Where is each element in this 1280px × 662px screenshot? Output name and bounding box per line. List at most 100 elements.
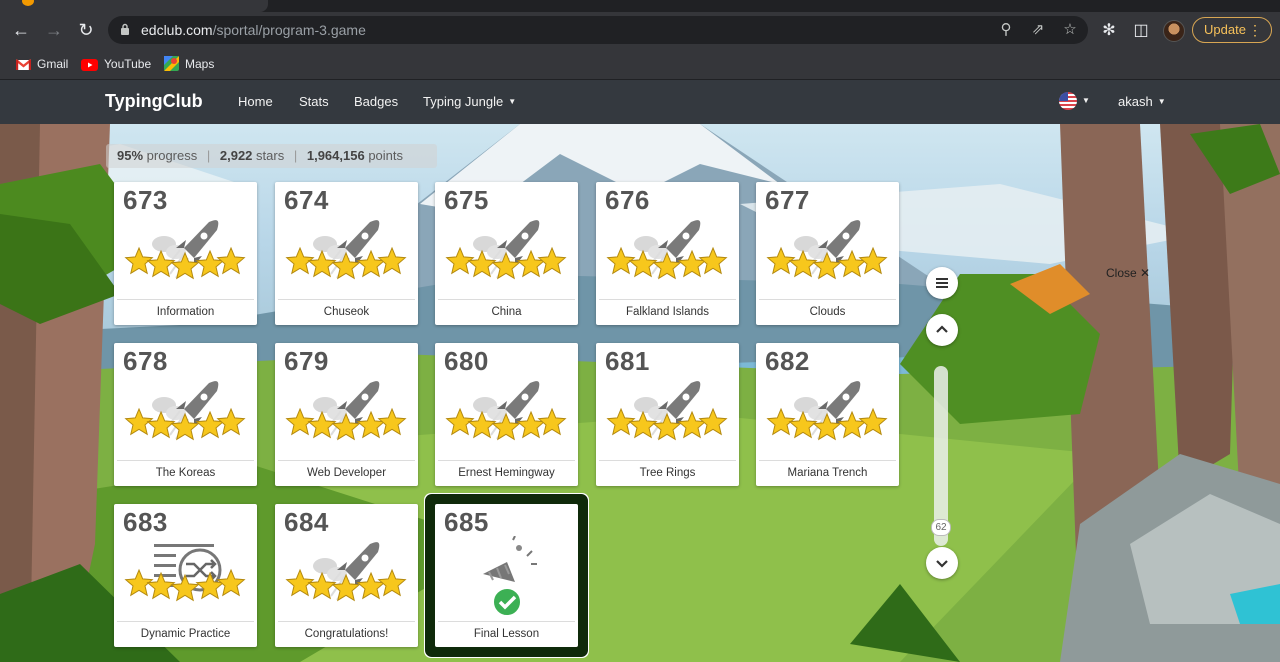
forward-icon[interactable]: → (43, 19, 65, 41)
party-popper-icon (483, 536, 537, 617)
lesson-name: The Koreas (117, 460, 254, 486)
lesson-card[interactable]: 680 Ernest Hemingway (435, 343, 578, 486)
hamburger-icon (936, 278, 948, 288)
lock-icon (121, 23, 129, 35)
lesson-card[interactable]: 675 China (435, 182, 578, 325)
lesson-number: 674 (284, 185, 329, 215)
gmail-icon (15, 59, 32, 70)
maps-icon (164, 56, 179, 71)
user-menu[interactable]: akash ▼ (1118, 94, 1166, 109)
bookmark-gmail[interactable]: Gmail (15, 55, 68, 73)
chevron-down-icon: ▼ (1157, 97, 1166, 106)
lesson-number: 676 (605, 185, 650, 215)
share-icon[interactable]: ⇗ (1029, 21, 1047, 39)
progress-label: progress (146, 148, 198, 163)
close-icon: ✕ (1140, 266, 1151, 280)
reload-icon[interactable]: ↻ (75, 19, 97, 41)
lesson-card[interactable]: 676 Falkland Islands (596, 182, 739, 325)
zoom-search-icon[interactable]: ⚲ (997, 21, 1015, 39)
lesson-number: 677 (765, 185, 810, 215)
rocket-icon (124, 220, 246, 280)
rocket-icon (285, 220, 407, 280)
lesson-name: Congratulations! (278, 621, 415, 647)
url-text: edclub.com/sportal/program-3.game (141, 22, 366, 38)
jungle-scene: 95% progress | 2,922 stars | 1,964,156 p… (0, 124, 1280, 662)
scroll-up-button[interactable] (926, 314, 958, 346)
lesson-name: Ernest Hemingway (438, 460, 575, 486)
rocket-icon (606, 220, 728, 280)
lesson-name: Clouds (759, 299, 896, 325)
lesson-name: Tree Rings (599, 460, 736, 486)
lesson-number: 681 (605, 346, 650, 376)
lesson-card[interactable]: 679 Web Developer (275, 343, 418, 486)
chevron-up-icon (936, 325, 948, 333)
bookmark-maps[interactable]: Maps (164, 55, 214, 73)
lesson-number: 685 (444, 507, 489, 537)
lesson-number: 673 (123, 185, 168, 215)
active-tab[interactable] (0, 0, 268, 12)
scroll-down-button[interactable] (926, 547, 958, 579)
lesson-card[interactable]: 682 Mariana Trench (756, 343, 899, 486)
lesson-name: Mariana Trench (759, 460, 896, 486)
nav-typing-jungle[interactable]: Typing Jungle ▼ (423, 94, 516, 109)
points-count: 1,964,156 (306, 148, 365, 163)
lesson-number: 679 (284, 346, 329, 376)
nav-stats[interactable]: Stats (299, 94, 329, 109)
lesson-name: Web Developer (278, 460, 415, 486)
rocket-icon (445, 220, 567, 280)
lesson-name: Dynamic Practice (117, 621, 254, 647)
youtube-icon (81, 59, 98, 71)
chevron-down-icon[interactable]: ▼ (1082, 96, 1090, 105)
progress-summary: 95% progress | 2,922 stars | 1,964,156 p… (106, 144, 437, 168)
lesson-card[interactable]: 677 Clouds (756, 182, 899, 325)
close-button[interactable]: Close ✕ (1106, 266, 1150, 280)
points-label: points (368, 148, 404, 163)
browser-toolbar: ← → ↻ edclub.com/sportal/program-3.game … (0, 12, 1280, 48)
lesson-card[interactable]: 674 Chuseok (275, 182, 418, 325)
rocket-icon (606, 381, 728, 441)
bookmark-star-icon[interactable]: ☆ (1061, 21, 1079, 39)
nav-badges[interactable]: Badges (354, 94, 398, 109)
profile-avatar[interactable] (1163, 20, 1185, 42)
stars-count: 2,922 (219, 148, 253, 163)
lesson-number: 680 (444, 346, 489, 376)
address-bar[interactable]: edclub.com/sportal/program-3.game ⚲ ⇗ ☆ (108, 16, 1088, 44)
lesson-name: Falkland Islands (599, 299, 736, 325)
rocket-icon (285, 381, 407, 441)
menu-button[interactable] (926, 267, 958, 299)
rocket-icon (285, 542, 407, 602)
bookmarks-bar: Gmail YouTube Maps (0, 48, 1280, 80)
lesson-number: 684 (284, 507, 329, 537)
back-icon[interactable]: ← (10, 19, 32, 41)
lesson-number: 682 (765, 346, 810, 376)
lesson-name: Final Lesson (438, 621, 575, 647)
rocket-icon (766, 381, 888, 441)
lesson-card[interactable]: 683 Dynamic Practice (114, 504, 257, 647)
lesson-card[interactable]: 684 Congratulations! (275, 504, 418, 647)
us-flag-icon[interactable] (1059, 92, 1077, 110)
chevron-down-icon: ▼ (508, 97, 517, 106)
brand-logo[interactable]: TypingClub (105, 91, 203, 112)
lesson-name: Chuseok (278, 299, 415, 325)
scroll-position-label: 62 (931, 519, 951, 536)
side-panel-icon[interactable]: ◫ (1131, 21, 1151, 41)
menu-dots-icon[interactable]: ⋮ (1248, 18, 1262, 42)
update-button[interactable]: Update ⋮ (1192, 17, 1272, 43)
site-header: TypingClub Home Stats Badges Typing Jung… (0, 80, 1280, 124)
stars-label: stars (256, 148, 285, 163)
nav-home[interactable]: Home (238, 94, 273, 109)
bookmark-youtube[interactable]: YouTube (81, 55, 151, 73)
lesson-number: 678 (123, 346, 168, 376)
extensions-icon[interactable]: ✻ (1099, 21, 1119, 41)
progress-percent: 95% (117, 148, 144, 163)
lesson-name: China (438, 299, 575, 325)
chevron-down-icon (936, 560, 948, 568)
lesson-card[interactable]: 681 Tree Rings (596, 343, 739, 486)
lesson-number: 675 (444, 185, 489, 215)
lesson-card[interactable]: 678 The Koreas (114, 343, 257, 486)
rocket-icon (766, 220, 888, 280)
tab-strip (0, 0, 1280, 12)
shuffle-icon (124, 544, 246, 602)
lesson-card[interactable]: 673 Information (114, 182, 257, 325)
lesson-card[interactable]: 685 Final Lesson (435, 504, 578, 647)
